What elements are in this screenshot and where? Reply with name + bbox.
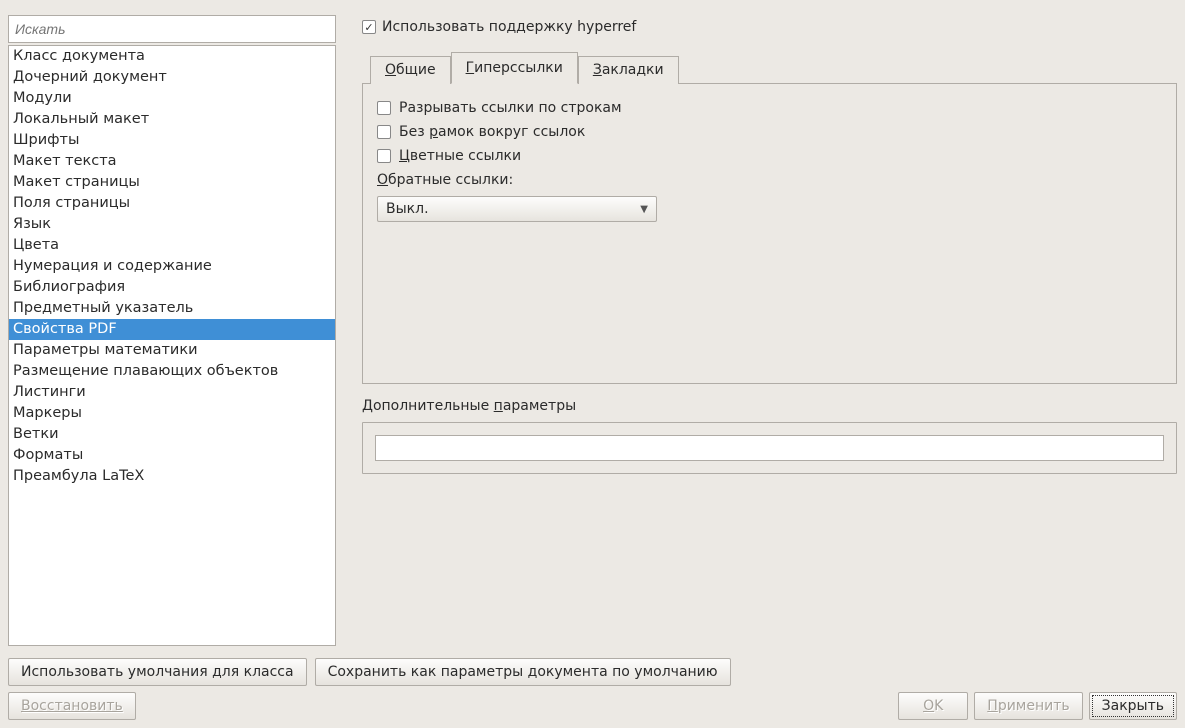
sidebar-item[interactable]: Класс документа <box>9 46 335 67</box>
hyperlinks-panel: Разрывать ссылки по строкам Без рамок во… <box>362 84 1177 384</box>
sidebar-item[interactable]: Локальный макет <box>9 109 335 130</box>
sidebar-item[interactable]: Предметный указатель <box>9 298 335 319</box>
sidebar-item[interactable]: Листинги <box>9 382 335 403</box>
sidebar-item[interactable]: Библиография <box>9 277 335 298</box>
break-links-checkbox[interactable] <box>377 101 391 115</box>
additional-params-box <box>362 422 1177 474</box>
category-list[interactable]: Класс документаДочерний документМодулиЛо… <box>8 45 336 646</box>
use-hyperref-label: Использовать поддержку hyperref <box>382 19 636 35</box>
ok-button[interactable]: OK <box>898 692 968 720</box>
restore-button[interactable]: Восстановить <box>8 692 136 720</box>
sidebar-item[interactable]: Поля страницы <box>9 193 335 214</box>
sidebar-item[interactable]: Размещение плавающих объектов <box>9 361 335 382</box>
tab[interactable]: Гиперссылки <box>451 52 578 84</box>
sidebar-item[interactable]: Дочерний документ <box>9 67 335 88</box>
sidebar-item[interactable]: Нумерация и содержание <box>9 256 335 277</box>
save-as-defaults-button[interactable]: Сохранить как параметры документа по умо… <box>315 658 731 686</box>
apply-button[interactable]: Применить <box>974 692 1082 720</box>
additional-params-input[interactable] <box>375 435 1164 461</box>
no-frames-label: Без рамок вокруг ссылок <box>399 124 585 140</box>
backlinks-value: Выкл. <box>386 201 429 217</box>
use-class-defaults-button[interactable]: Использовать умолчания для класса <box>8 658 307 686</box>
colored-links-label: Цветные ссылки <box>399 148 521 164</box>
no-frames-checkbox[interactable] <box>377 125 391 139</box>
additional-params-label: Дополнительные параметры <box>362 398 1177 414</box>
colored-links-checkbox[interactable] <box>377 149 391 163</box>
sidebar-item[interactable]: Форматы <box>9 445 335 466</box>
break-links-label: Разрывать ссылки по строкам <box>399 100 622 116</box>
tabs: ОбщиеГиперссылкиЗакладки <box>362 51 1177 84</box>
sidebar-item[interactable]: Преамбула LaTeX <box>9 466 335 487</box>
sidebar-item[interactable]: Цвета <box>9 235 335 256</box>
sidebar-item[interactable]: Параметры математики <box>9 340 335 361</box>
sidebar-item[interactable]: Язык <box>9 214 335 235</box>
sidebar-item[interactable]: Макет текста <box>9 151 335 172</box>
chevron-down-icon: ▼ <box>640 204 648 215</box>
sidebar-item[interactable]: Маркеры <box>9 403 335 424</box>
sidebar-item[interactable]: Шрифты <box>9 130 335 151</box>
use-hyperref-checkbox[interactable] <box>362 20 376 34</box>
tab[interactable]: Закладки <box>578 56 679 84</box>
search-input[interactable] <box>8 15 336 43</box>
close-button[interactable]: Закрыть <box>1089 692 1177 720</box>
backlinks-combo[interactable]: Выкл. ▼ <box>377 196 657 222</box>
sidebar-item[interactable]: Модули <box>9 88 335 109</box>
tab[interactable]: Общие <box>370 56 451 84</box>
sidebar-item[interactable]: Свойства PDF <box>9 319 335 340</box>
sidebar-item[interactable]: Макет страницы <box>9 172 335 193</box>
sidebar-item[interactable]: Ветки <box>9 424 335 445</box>
backlinks-label: Обратные ссылки: <box>377 172 513 188</box>
